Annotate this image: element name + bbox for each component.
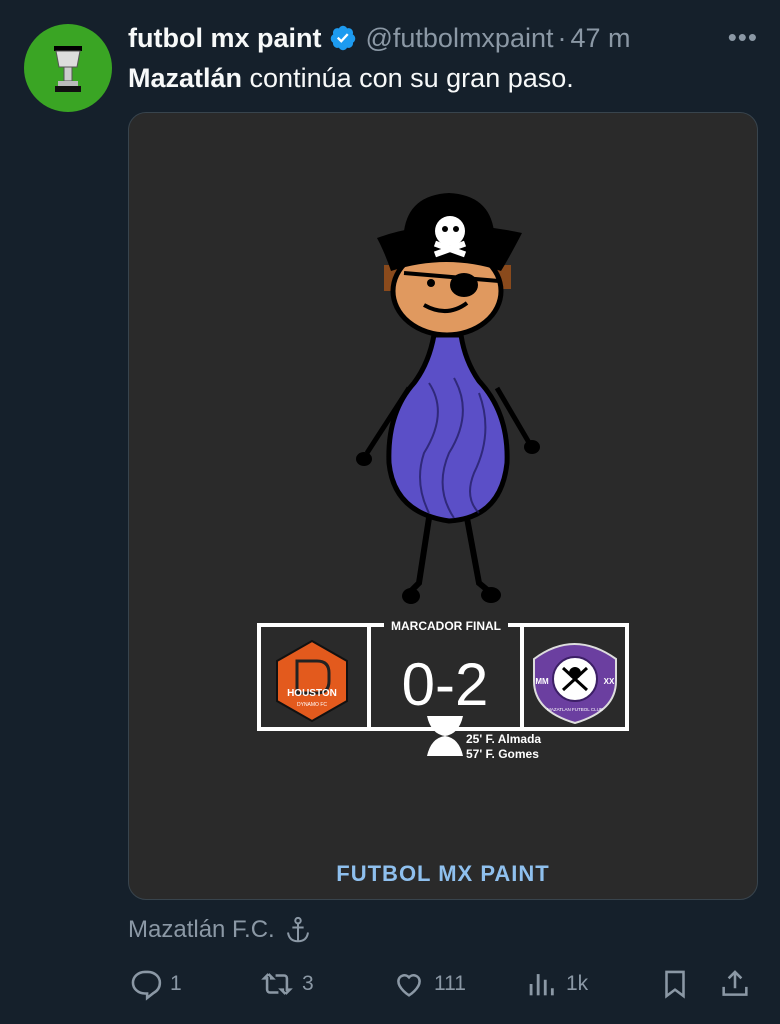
mazatlan-fc-logo: MM XX MAZATLAN FUTBOL CLUB (533, 643, 617, 725)
figure-body (386, 332, 510, 524)
share-icon (722, 970, 748, 996)
more-options-icon[interactable]: ••• (728, 22, 758, 53)
svg-text:XX: XX (604, 677, 615, 686)
repost-button[interactable]: 3 (260, 967, 314, 1001)
watermark: FUTBOL MX PAINT (336, 861, 549, 886)
hourglass-icon (426, 713, 464, 756)
tweet-text-bold: Mazatlán (128, 63, 243, 93)
repost-count: 3 (302, 972, 314, 995)
pirate-hat (377, 193, 522, 271)
reply-icon (131, 970, 162, 1001)
reply-count: 1 (170, 972, 182, 995)
separator: · (557, 22, 567, 53)
tweet-media-image[interactable]: MARCADOR FINAL HOUSTON DYNAMO FC 0-2 MM … (128, 112, 758, 900)
tweet-text-rest: continúa con su gran paso. (242, 63, 574, 93)
reply-button[interactable]: 1 (128, 967, 182, 1001)
bookmark-icon (665, 970, 685, 999)
community-name[interactable]: Mazatlán F.C. (128, 916, 275, 944)
scoreboard-title: MARCADOR FINAL (391, 619, 501, 633)
figure-legs (408, 515, 494, 596)
views-button[interactable]: 1k (524, 967, 588, 1001)
svg-text:DYNAMO FC: DYNAMO FC (297, 702, 327, 708)
tweet-header: futbol mx paint @futbolmxpaint · 47 m ••… (128, 20, 758, 56)
anchor-icon (286, 916, 309, 943)
views-count: 1k (566, 972, 589, 995)
tweet-actions: 1 3 111 1k (128, 962, 758, 1006)
timestamp[interactable]: 47 m (570, 23, 630, 54)
avatar[interactable] (24, 24, 112, 112)
heart-icon (397, 974, 421, 997)
tweet-text: Mazatlán continúa con su gran paso. (128, 60, 758, 96)
community-label[interactable]: Mazatlán F.C. (128, 915, 313, 945)
drawing-canvas: MARCADOR FINAL HOUSTON DYNAMO FC 0-2 MM … (257, 193, 629, 886)
display-name[interactable]: futbol mx paint (128, 23, 321, 54)
houston-dynamo-logo: HOUSTON DYNAMO FC (276, 639, 348, 723)
bookmark-button[interactable] (658, 967, 692, 1001)
handle[interactable]: @futbolmxpaint (365, 23, 553, 54)
scorer-2: 57' F. Gomes (466, 747, 539, 761)
share-button[interactable] (718, 967, 752, 1001)
svg-text:HOUSTON: HOUSTON (287, 688, 337, 699)
repost-icon (261, 973, 293, 995)
like-button[interactable]: 111 (392, 967, 466, 1001)
verified-badge-icon (331, 25, 356, 51)
analytics-icon (529, 974, 554, 996)
scorer-1: 25' F. Almada (466, 732, 541, 746)
like-count: 111 (434, 972, 466, 995)
svg-text:MAZATLAN FUTBOL CLUB: MAZATLAN FUTBOL CLUB (547, 707, 603, 712)
trophy-icon (54, 46, 82, 92)
svg-text:MM: MM (535, 677, 549, 686)
final-score: 0-2 (402, 651, 489, 718)
